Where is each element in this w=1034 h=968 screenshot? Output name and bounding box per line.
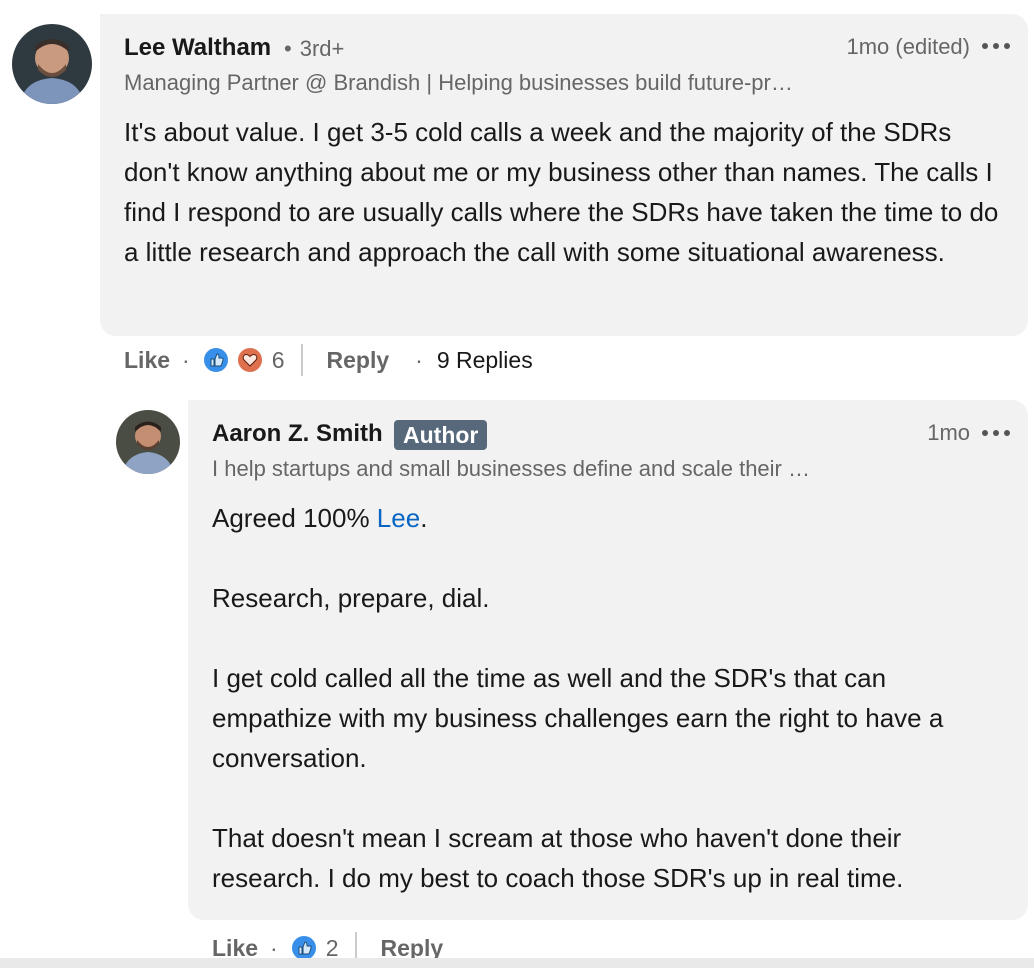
reply-text: Agreed 100% Lee. Research, prepare, dial… bbox=[212, 498, 1012, 898]
comment-author-headline: Managing Partner @ Brandish | Helping bu… bbox=[124, 70, 793, 95]
separator-dot: · bbox=[182, 346, 190, 373]
like-button[interactable]: Like bbox=[124, 347, 170, 374]
connection-degree: • 3rd+ bbox=[284, 36, 345, 61]
reply-paragraph-4: That doesn't mean I scream at those who … bbox=[212, 823, 904, 893]
bottom-edge bbox=[0, 958, 1034, 968]
comment-more-options-icon[interactable] bbox=[982, 40, 1010, 52]
comment-text: It's about value. I get 3-5 cold calls a… bbox=[124, 112, 1004, 272]
reply-author-name[interactable]: Aaron Z. Smith bbox=[212, 420, 383, 448]
replies-count-link[interactable]: 9 Replies bbox=[437, 347, 533, 374]
comment-timestamp: 1mo (edited) bbox=[846, 34, 970, 59]
reply-timestamp: 1mo bbox=[927, 420, 970, 445]
author-badge: Author bbox=[394, 420, 488, 450]
degree-label: 3rd+ bbox=[299, 36, 345, 61]
reply-paragraph-3: I get cold called all the time as well a… bbox=[212, 663, 944, 773]
like-reaction-icon[interactable] bbox=[201, 346, 230, 374]
reply-button[interactable]: Reply bbox=[327, 347, 390, 374]
reply-line1-suffix: . bbox=[420, 503, 428, 533]
mention-link-lee[interactable]: Lee bbox=[377, 503, 420, 533]
action-divider bbox=[300, 344, 303, 376]
reaction-count[interactable]: 6 bbox=[272, 347, 285, 374]
reply-paragraph-2: Research, prepare, dial. bbox=[212, 583, 490, 613]
comment-author-name[interactable]: Lee Waltham bbox=[124, 34, 271, 62]
reply-author-headline: I help startups and small businesses def… bbox=[212, 456, 810, 481]
avatar-aaron-z-smith[interactable] bbox=[116, 410, 180, 474]
reply-more-options-icon[interactable] bbox=[982, 427, 1010, 439]
love-reaction-icon[interactable] bbox=[235, 346, 264, 374]
reply-paragraph-1: Agreed 100% Lee. bbox=[212, 498, 1012, 538]
avatar-lee-waltham[interactable] bbox=[12, 24, 92, 104]
reply-line1-prefix: Agreed 100% bbox=[212, 503, 377, 533]
comment-actions: Like · 6 Reply · 9 Replies bbox=[124, 344, 533, 376]
comment-text-paragraph: It's about value. I get 3-5 cold calls a… bbox=[124, 117, 999, 267]
separator-dot: · bbox=[415, 346, 423, 373]
